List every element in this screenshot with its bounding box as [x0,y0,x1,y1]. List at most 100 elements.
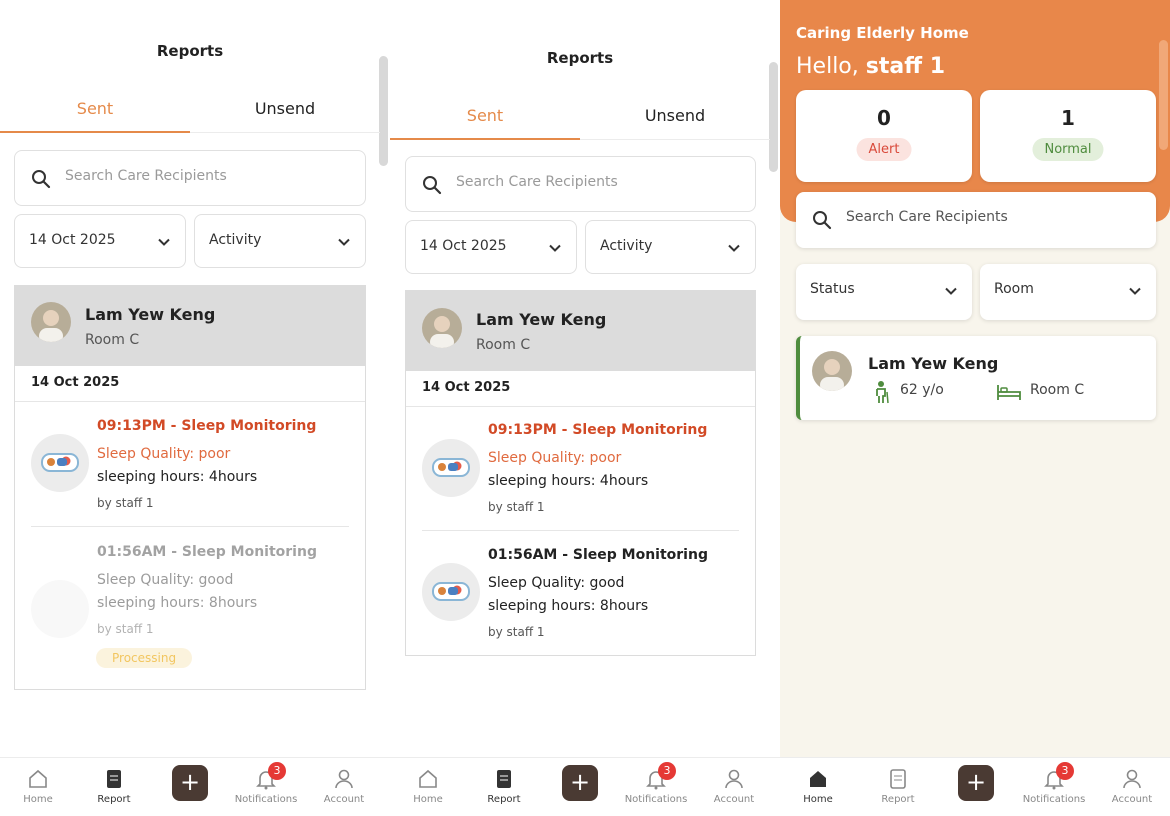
account-icon [335,769,353,789]
divider [422,530,739,531]
nav-home-label: Home [413,794,443,805]
resident-header[interactable]: Lam Yew Keng Room C [15,286,365,366]
add-button[interactable]: + [958,765,994,801]
scrollbar[interactable] [1159,40,1168,150]
date-header: 14 Oct 2025 [15,366,365,402]
date-dropdown[interactable]: 14 Oct 2025 [405,220,577,274]
entry-sleep-hours: sleeping hours: 8hours [97,595,258,611]
activity-dropdown-value: Activity [209,232,262,248]
nav-report[interactable]: Report [76,758,152,816]
chevron-down-icon [338,238,350,246]
page-title: Reports [156,42,224,60]
nav-notifications[interactable]: 3 Notifications [618,758,694,816]
entry-sleep-quality: Sleep Quality: good [97,572,234,588]
nav-report-label: Report [487,794,521,805]
entry-sleep-hours: sleeping hours: 4hours [488,473,649,489]
nav-notifications[interactable]: 3 Notifications [228,758,304,816]
nav-account[interactable]: Account [696,758,772,816]
entry-sleep-quality: Sleep Quality: poor [97,446,231,462]
date-dropdown-value: 14 Oct 2025 [420,238,507,254]
resident-room: Room C [476,337,531,353]
processing-badge: Processing [96,648,193,668]
nav-account[interactable]: Account [1094,758,1170,816]
search-input[interactable]: Search Care Recipients [796,192,1156,248]
bottom-nav: Home Report + 3 Notifications Account [780,757,1170,816]
nav-home[interactable]: Home [780,758,856,816]
organization-name: Caring Elderly Home [796,24,969,42]
entry-author: by staff 1 [97,622,154,636]
room-dropdown[interactable]: Room [980,264,1156,320]
scrollbar[interactable] [379,56,388,166]
tab-sent[interactable]: Sent [0,99,190,118]
greeting-user: staff 1 [865,54,945,79]
nav-account-label: Account [713,794,755,805]
avatar [422,308,462,348]
sleep-icon [422,439,480,497]
tab-active-underline [390,138,580,140]
report-icon [497,770,511,788]
resident-header[interactable]: Lam Yew Keng Room C [406,291,755,371]
divider [31,526,349,527]
greeting-prefix: Hello, [796,54,866,79]
activity-dropdown[interactable]: Activity [194,214,366,268]
tab-unsend[interactable]: Unsend [580,106,770,125]
entry-sleep-hours: sleeping hours: 8hours [488,598,649,614]
nav-home[interactable]: Home [0,758,76,816]
search-placeholder: Search Care Recipients [846,209,1008,225]
nav-home[interactable]: Home [390,758,466,816]
activity-dropdown[interactable]: Activity [585,220,756,274]
activity-dropdown-value: Activity [600,238,653,254]
search-input[interactable]: Search Care Recipients [14,150,366,206]
status-dropdown-value: Status [810,281,855,297]
search-input[interactable]: Search Care Recipients [405,156,756,212]
tab-active-underline [0,131,190,133]
chevron-down-icon [549,244,561,252]
care-recipient-card[interactable]: Lam Yew Keng 62 y/o Room C [796,336,1156,420]
entry-sleep-quality: Sleep Quality: poor [488,450,622,466]
entry-author: by staff 1 [488,500,545,514]
page-title: Reports [546,49,614,67]
entry-author: by staff 1 [488,625,545,639]
entry-title: 01:56AM - Sleep Monitoring [97,544,317,560]
greeting: Hello, staff 1 [796,54,945,79]
add-button[interactable]: + [172,765,208,801]
nav-home-label: Home [23,794,53,805]
search-icon [32,170,51,189]
date-header-text: 14 Oct 2025 [422,380,511,395]
normal-stat-card[interactable]: 1 Normal [980,90,1156,182]
bottom-nav: Home Report + 3 Notifications Account [390,757,780,816]
avatar [812,351,852,391]
nav-account-label: Account [323,794,365,805]
notification-count-badge: 3 [1056,762,1074,780]
nav-notifications[interactable]: 3 Notifications [1016,758,1092,816]
resident-name: Lam Yew Keng [868,354,999,373]
nav-report[interactable]: Report [860,758,936,816]
room-dropdown-value: Room [994,281,1034,297]
date-header-text: 14 Oct 2025 [31,375,120,390]
entry-sleep-quality: Sleep Quality: good [488,575,625,591]
date-dropdown[interactable]: 14 Oct 2025 [14,214,186,268]
entry-sleep-hours: sleeping hours: 4hours [97,469,258,485]
tab-sent[interactable]: Sent [390,106,580,125]
report-icon [890,769,906,789]
sleep-icon-placeholder [31,580,89,638]
resident-room: Room C [85,332,140,348]
add-button[interactable]: + [562,765,598,801]
nav-account[interactable]: Account [306,758,382,816]
home-icon [419,769,437,788]
normal-label: Normal [1032,138,1104,161]
avatar [31,302,71,342]
scrollbar[interactable] [769,62,778,172]
report-icon [107,770,121,788]
tab-unsend[interactable]: Unsend [190,99,380,118]
entry-title: 01:56AM - Sleep Monitoring [488,547,708,563]
resident-age: 62 y/o [900,382,944,398]
nav-report[interactable]: Report [466,758,542,816]
entry-title: 09:13PM - Sleep Monitoring [488,422,708,438]
chevron-down-icon [1129,287,1141,295]
status-dropdown[interactable]: Status [796,264,972,320]
nav-report-label: Report [97,794,131,805]
alert-stat-card[interactable]: 0 Alert [796,90,972,182]
chevron-down-icon [728,244,740,252]
search-placeholder: Search Care Recipients [456,174,618,190]
